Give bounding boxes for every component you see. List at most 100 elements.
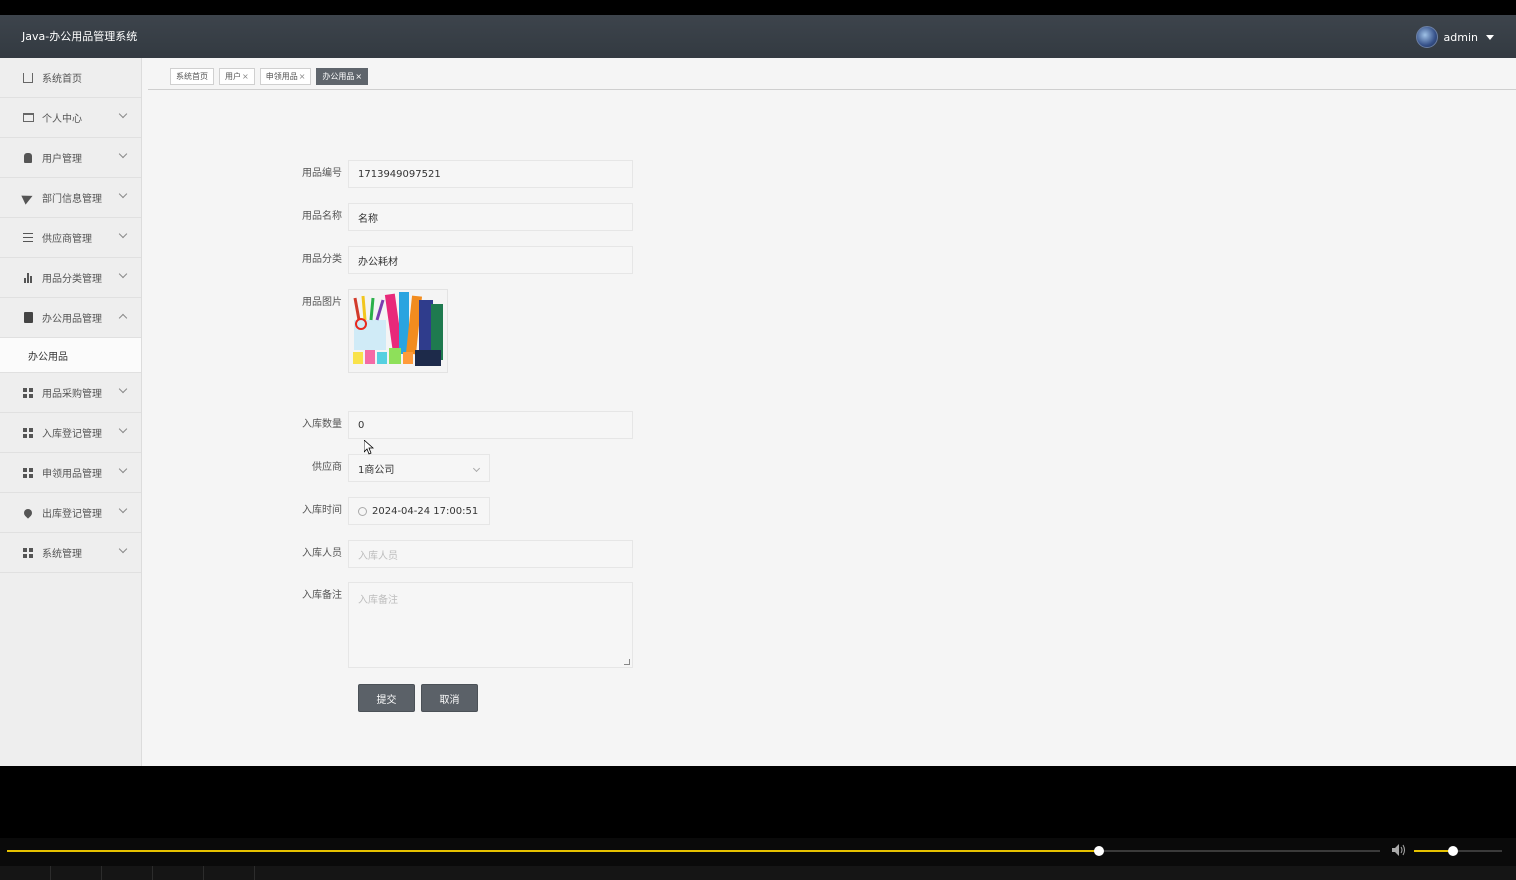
sidebar-item-stock-out[interactable]: 出库登记管理 <box>0 493 141 533</box>
cancel-button[interactable]: 取消 <box>421 684 478 712</box>
chevron-down-icon <box>472 464 481 473</box>
time-picker[interactable]: 2024-04-24 17:00:51 <box>348 497 490 525</box>
supplier-label: 供应商 <box>312 462 342 473</box>
send-icon <box>21 190 35 205</box>
submit-button[interactable]: 提交 <box>358 684 415 712</box>
card-icon <box>22 112 34 124</box>
note-placeholder: 入库备注 <box>358 595 398 606</box>
bar-chart-icon <box>22 272 34 284</box>
sidebar-item-label: 系统首页 <box>42 74 82 85</box>
chevron-down-icon <box>118 149 128 159</box>
sidebar-item-label: 个人中心 <box>42 114 82 125</box>
grid-icon <box>22 467 34 479</box>
supplier-value: 1商公司 <box>358 464 395 476</box>
sidebar-item-purchasing[interactable]: 用品采购管理 <box>0 373 141 413</box>
sidebar-item-profile[interactable]: 个人中心 <box>0 98 141 138</box>
sidebar-item-system[interactable]: 系统管理 <box>0 533 141 573</box>
qty-field[interactable]: 0 <box>348 411 633 439</box>
qty-label: 入库数量 <box>302 419 342 430</box>
top-bar: Java-办公用品管理系统 admin <box>0 15 1516 58</box>
form-row-qty: 入库数量 0 <box>290 411 633 439</box>
chevron-down-icon <box>118 424 128 434</box>
video-controls <box>0 838 1516 880</box>
volume-slider[interactable] <box>1414 846 1502 856</box>
close-icon[interactable]: × <box>242 72 249 81</box>
form-row-supplier: 供应商 1商公司 <box>290 454 490 482</box>
chapter-segment[interactable] <box>102 866 153 880</box>
resize-handle-icon[interactable] <box>624 659 630 665</box>
sidebar: 系统首页 个人中心 用户管理 部门信息管理 供应商管理 用品分类管理 办公用品管… <box>0 58 142 766</box>
user-menu[interactable]: admin <box>1415 26 1494 48</box>
caret-down-icon <box>1486 34 1494 40</box>
speaker-icon[interactable] <box>1392 844 1406 859</box>
app-title: Java-办公用品管理系统 <box>22 30 138 43</box>
close-icon[interactable]: × <box>299 72 306 81</box>
code-label: 用品编号 <box>302 168 342 179</box>
chapter-segment[interactable] <box>0 866 51 880</box>
screen: Java-办公用品管理系统 admin 系统首页 个人中心 用户管理 部门信息管… <box>0 0 1516 880</box>
app-window: Java-办公用品管理系统 admin 系统首页 个人中心 用户管理 部门信息管… <box>0 15 1516 766</box>
form-row-category: 用品分类 办公耗材 <box>290 246 633 274</box>
sidebar-item-label: 用户管理 <box>42 154 82 165</box>
product-image-graphic <box>349 290 447 372</box>
sidebar-item-suppliers[interactable]: 供应商管理 <box>0 218 141 258</box>
name-label: 用品名称 <box>302 211 342 222</box>
sidebar-item-home[interactable]: 系统首页 <box>0 58 141 98</box>
volume-fill <box>1414 850 1453 852</box>
person-input[interactable]: 入库人员 <box>348 540 633 568</box>
sidebar-item-label: 用品分类管理 <box>42 274 102 285</box>
sidebar-item-stock-in[interactable]: 入库登记管理 <box>0 413 141 453</box>
sidebar-item-label: 部门信息管理 <box>42 194 102 205</box>
sidebar-item-label: 出库登记管理 <box>42 509 102 520</box>
tab-bar: 系统首页 用户 × 申领用品 × 办公用品 × <box>148 63 1516 90</box>
progress-handle[interactable] <box>1093 846 1104 856</box>
sidebar-item-office-supplies[interactable]: 办公用品管理 <box>0 298 141 338</box>
home-icon <box>22 72 34 84</box>
grid-icon <box>22 547 34 559</box>
pin-icon <box>22 506 34 519</box>
category-label: 用品分类 <box>302 254 342 265</box>
code-field[interactable]: 1713949097521 <box>348 160 633 188</box>
note-textarea[interactable]: 入库备注 <box>348 582 633 668</box>
progress-bar[interactable] <box>7 846 1380 856</box>
clock-icon <box>358 506 367 516</box>
category-field[interactable]: 办公耗材 <box>348 246 633 274</box>
chapter-segment[interactable] <box>51 866 102 880</box>
close-icon[interactable]: × <box>355 72 362 81</box>
form-row-note: 入库备注 入库备注 <box>290 582 633 668</box>
sidebar-item-departments[interactable]: 部门信息管理 <box>0 178 141 218</box>
time-label: 入库时间 <box>302 505 342 516</box>
supplier-select[interactable]: 1商公司 <box>348 454 490 482</box>
form-row-time: 入库时间 2024-04-24 17:00:51 <box>290 497 490 525</box>
sidebar-item-label: 系统管理 <box>42 549 82 560</box>
chevron-down-icon <box>118 229 128 239</box>
tab-label: 申领用品 <box>265 71 298 81</box>
volume-handle[interactable] <box>1447 846 1458 856</box>
sidebar-item-label: 办公用品管理 <box>42 314 102 325</box>
tab-office-supplies[interactable]: 办公用品 × <box>316 67 369 85</box>
form-row-image: 用品图片 <box>290 289 448 373</box>
product-image[interactable] <box>348 289 448 373</box>
chapter-segment[interactable] <box>153 866 204 880</box>
username: admin <box>1443 30 1478 44</box>
sidebar-item-categories[interactable]: 用品分类管理 <box>0 258 141 298</box>
chevron-down-icon <box>118 109 128 119</box>
sidebar-item-users[interactable]: 用户管理 <box>0 138 141 178</box>
name-field[interactable]: 名称 <box>348 203 633 231</box>
tab-requisitions[interactable]: 申领用品 × <box>259 67 312 85</box>
chevron-down-icon <box>118 384 128 394</box>
chapter-strip <box>0 866 1516 880</box>
sliders-icon <box>22 232 34 244</box>
user-icon <box>22 152 34 164</box>
clipboard-icon <box>22 312 34 324</box>
tab-label: 办公用品 <box>322 71 355 81</box>
tab-label: 系统首页 <box>176 71 208 81</box>
submenu-item-office-supplies[interactable]: 办公用品 <box>0 338 141 373</box>
chevron-up-icon <box>118 313 128 323</box>
avatar <box>1415 26 1438 48</box>
form-row-name: 用品名称 名称 <box>290 203 633 231</box>
sidebar-item-requisitions[interactable]: 申领用品管理 <box>0 453 141 493</box>
tab-home[interactable]: 系统首页 <box>170 67 214 85</box>
tab-users[interactable]: 用户 × <box>219 67 255 85</box>
chapter-segment[interactable] <box>204 866 255 880</box>
